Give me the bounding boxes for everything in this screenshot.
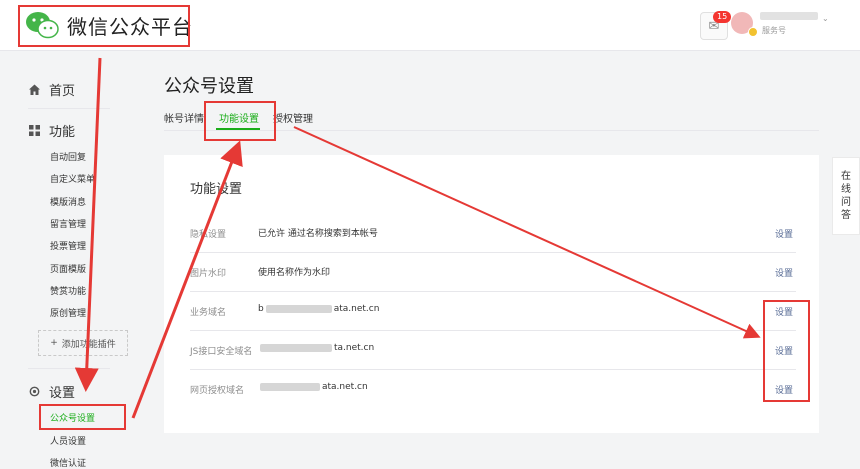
arrow-logo-to-settings: [74, 57, 102, 392]
arrow-tab-to-domain-settings: [293, 126, 761, 339]
annotation-arrows: [74, 57, 761, 419]
arrow-settings-to-tab: [131, 140, 243, 419]
